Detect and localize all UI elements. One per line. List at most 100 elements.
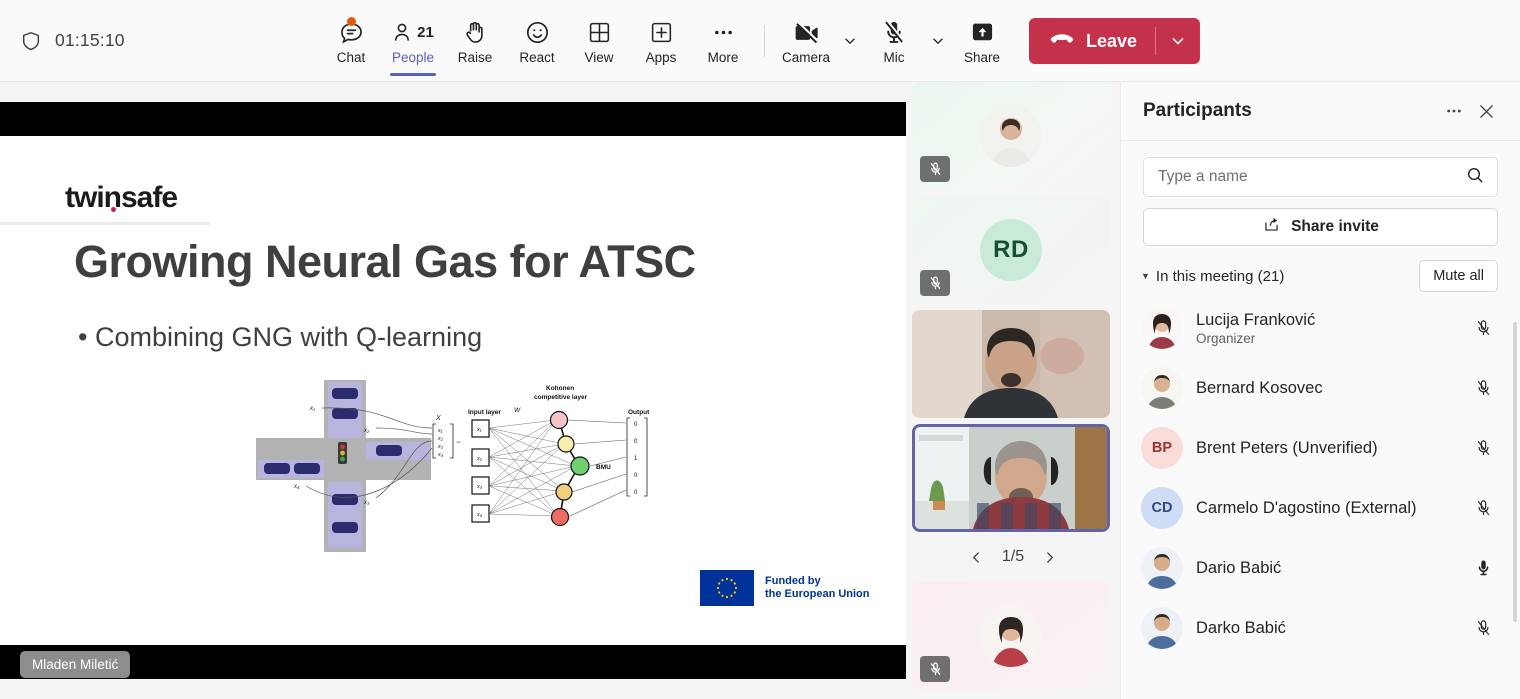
toolbar-people-button[interactable]: 21 People: [382, 11, 444, 76]
list-item[interactable]: Bernard Kosovec: [1141, 358, 1506, 418]
eu-funding-text: Funded by the European Union: [765, 575, 870, 601]
caret-down-icon[interactable]: ▼: [1141, 271, 1150, 281]
video-tile-active-speaker[interactable]: [912, 424, 1110, 532]
leave-options-chevron-down-icon[interactable]: [1156, 18, 1200, 64]
list-item[interactable]: Darko Babić: [1141, 598, 1506, 658]
toolbar-share-button[interactable]: Share: [951, 11, 1013, 71]
svg-text:0: 0: [634, 473, 638, 479]
participant-search-box[interactable]: [1143, 157, 1498, 197]
eu-funding-line1: Funded by: [765, 575, 821, 587]
letterbox-top-bar: [0, 102, 906, 136]
logo-underline: [0, 222, 210, 225]
mic-off-icon: [881, 18, 907, 48]
raise-hand-icon: [462, 18, 488, 48]
toolbar-apps-button[interactable]: Apps: [630, 11, 692, 71]
teams-meeting-window: 01:15:10 Chat 21 People Raise React View…: [0, 0, 1520, 699]
section-label: In this meeting (21): [1155, 267, 1285, 285]
shield-icon: [20, 29, 42, 53]
svg-text:Kohonen: Kohonen: [546, 385, 574, 392]
video-tile[interactable]: [912, 310, 1110, 418]
toolbar-share-label: Share: [963, 49, 1000, 65]
view-grid-icon: [586, 18, 611, 48]
participant-mic-off-icon[interactable]: [1468, 498, 1498, 518]
chevron-right-icon[interactable]: [1040, 549, 1058, 566]
participant-info: Carmelo D'agostino (External): [1196, 499, 1455, 518]
participant-name: Darko Babić: [1196, 618, 1286, 637]
participant-name: Carmelo D'agostino (External): [1196, 499, 1455, 518]
svg-text:x₂: x₂: [476, 456, 483, 462]
svg-text:X: X: [435, 415, 441, 422]
toolbar-people-label: People: [391, 49, 434, 65]
svg-text:x₁: x₁: [437, 428, 443, 434]
svg-text:BMU: BMU: [596, 464, 611, 471]
svg-text:0: 0: [634, 490, 638, 496]
participant-mic-off-icon[interactable]: [1468, 378, 1498, 398]
svg-text:competitive layer: competitive layer: [534, 394, 588, 401]
logo-red-dot-icon: [111, 207, 116, 212]
toolbar-apps-label: Apps: [645, 49, 677, 65]
chat-notification-badge: [346, 16, 356, 26]
participant-mic-off-icon[interactable]: [1468, 318, 1498, 338]
toolbar-view-button[interactable]: View: [568, 11, 630, 71]
hangup-icon: [1049, 31, 1075, 52]
participants-list[interactable]: Lucija Franković Organizer Bernard Kosov…: [1121, 298, 1520, 699]
video-filmstrip: RD 1/5: [906, 82, 1120, 699]
toolbar-chat-label: Chat: [336, 49, 366, 65]
tile-mic-off-icon: [920, 270, 950, 296]
list-item[interactable]: BP Brent Peters (Unverified): [1141, 418, 1506, 478]
camera-options-chevron-down-icon[interactable]: [837, 15, 863, 67]
list-item[interactable]: Lucija Franković Organizer: [1141, 298, 1506, 358]
leave-meeting-button[interactable]: Leave: [1028, 18, 1201, 64]
svg-text:0: 0: [634, 439, 638, 445]
participant-mic-off-icon[interactable]: [1468, 618, 1498, 638]
svg-text:x₃: x₃: [476, 484, 483, 490]
participant-name: Dario Babić: [1196, 558, 1282, 577]
eu-funding-logo: Funded by the European Union: [700, 570, 870, 606]
video-tile[interactable]: RD: [912, 196, 1110, 304]
chevron-left-icon[interactable]: [968, 549, 986, 566]
avatar-initials: CD: [1141, 487, 1183, 529]
leave-label: Leave: [1085, 30, 1138, 51]
close-icon[interactable]: [1470, 95, 1502, 127]
meeting-timer: 01:15:10: [55, 30, 125, 50]
toolbar-react-button[interactable]: React: [506, 11, 568, 71]
participant-mic-off-icon[interactable]: [1468, 438, 1498, 458]
toolbar-more-button[interactable]: More: [692, 11, 754, 71]
shared-content-stage[interactable]: twinsafe Growing Neural Gas for ATSC • C…: [0, 82, 906, 699]
participants-scrollbar[interactable]: [1513, 322, 1517, 622]
eu-funding-line2: the European Union: [765, 588, 870, 600]
gng-network-figure: x₁ x₂ x₄ x₃ X x₁ x₂ x₃ x₄ ⇔ Input layer …: [256, 380, 650, 552]
list-item[interactable]: CD Carmelo D'agostino (External): [1141, 478, 1506, 538]
toolbar-chat-button[interactable]: Chat: [320, 11, 382, 71]
mute-all-button[interactable]: Mute all: [1419, 260, 1498, 292]
mic-options-chevron-down-icon[interactable]: [925, 15, 951, 67]
toolbar-divider: [763, 25, 765, 57]
panel-more-ellipsis-icon[interactable]: [1438, 95, 1470, 127]
chat-icon: [337, 16, 364, 48]
svg-text:⇔: ⇔: [455, 439, 462, 446]
video-tile[interactable]: [912, 582, 1110, 690]
participant-name-text: Brent Peters: [1196, 438, 1288, 457]
list-item[interactable]: Dario Babić: [1141, 538, 1506, 598]
toolbar-camera-label: Camera: [781, 49, 830, 65]
share-invite-button[interactable]: Share invite: [1143, 208, 1498, 246]
svg-text:Input layer: Input layer: [468, 409, 501, 416]
svg-text:x₄: x₄: [437, 452, 443, 458]
video-tile[interactable]: [912, 82, 1110, 190]
share-screen-icon: [968, 18, 995, 48]
toolbar-more-label: More: [707, 49, 739, 65]
toolbar-view-label: View: [584, 49, 614, 65]
search-input[interactable]: [1158, 168, 1465, 186]
participant-info: Bernard Kosovec: [1196, 379, 1455, 398]
toolbar-camera-button[interactable]: Camera: [775, 11, 837, 71]
participant-mic-on-icon[interactable]: [1468, 558, 1498, 578]
svg-text:x₁: x₁: [476, 427, 482, 433]
leave-main-area[interactable]: Leave: [1029, 18, 1155, 64]
avatar-initials: BP: [1141, 427, 1183, 469]
filmstrip-page-label: 1/5: [1001, 548, 1025, 565]
toolbar-mic-button[interactable]: Mic: [863, 11, 925, 71]
share-invite-label: Share invite: [1291, 218, 1379, 235]
slide-title: Growing Neural Gas for ATSC: [74, 236, 696, 287]
toolbar-raise-button[interactable]: Raise: [444, 11, 506, 71]
avatar: [1141, 547, 1183, 589]
